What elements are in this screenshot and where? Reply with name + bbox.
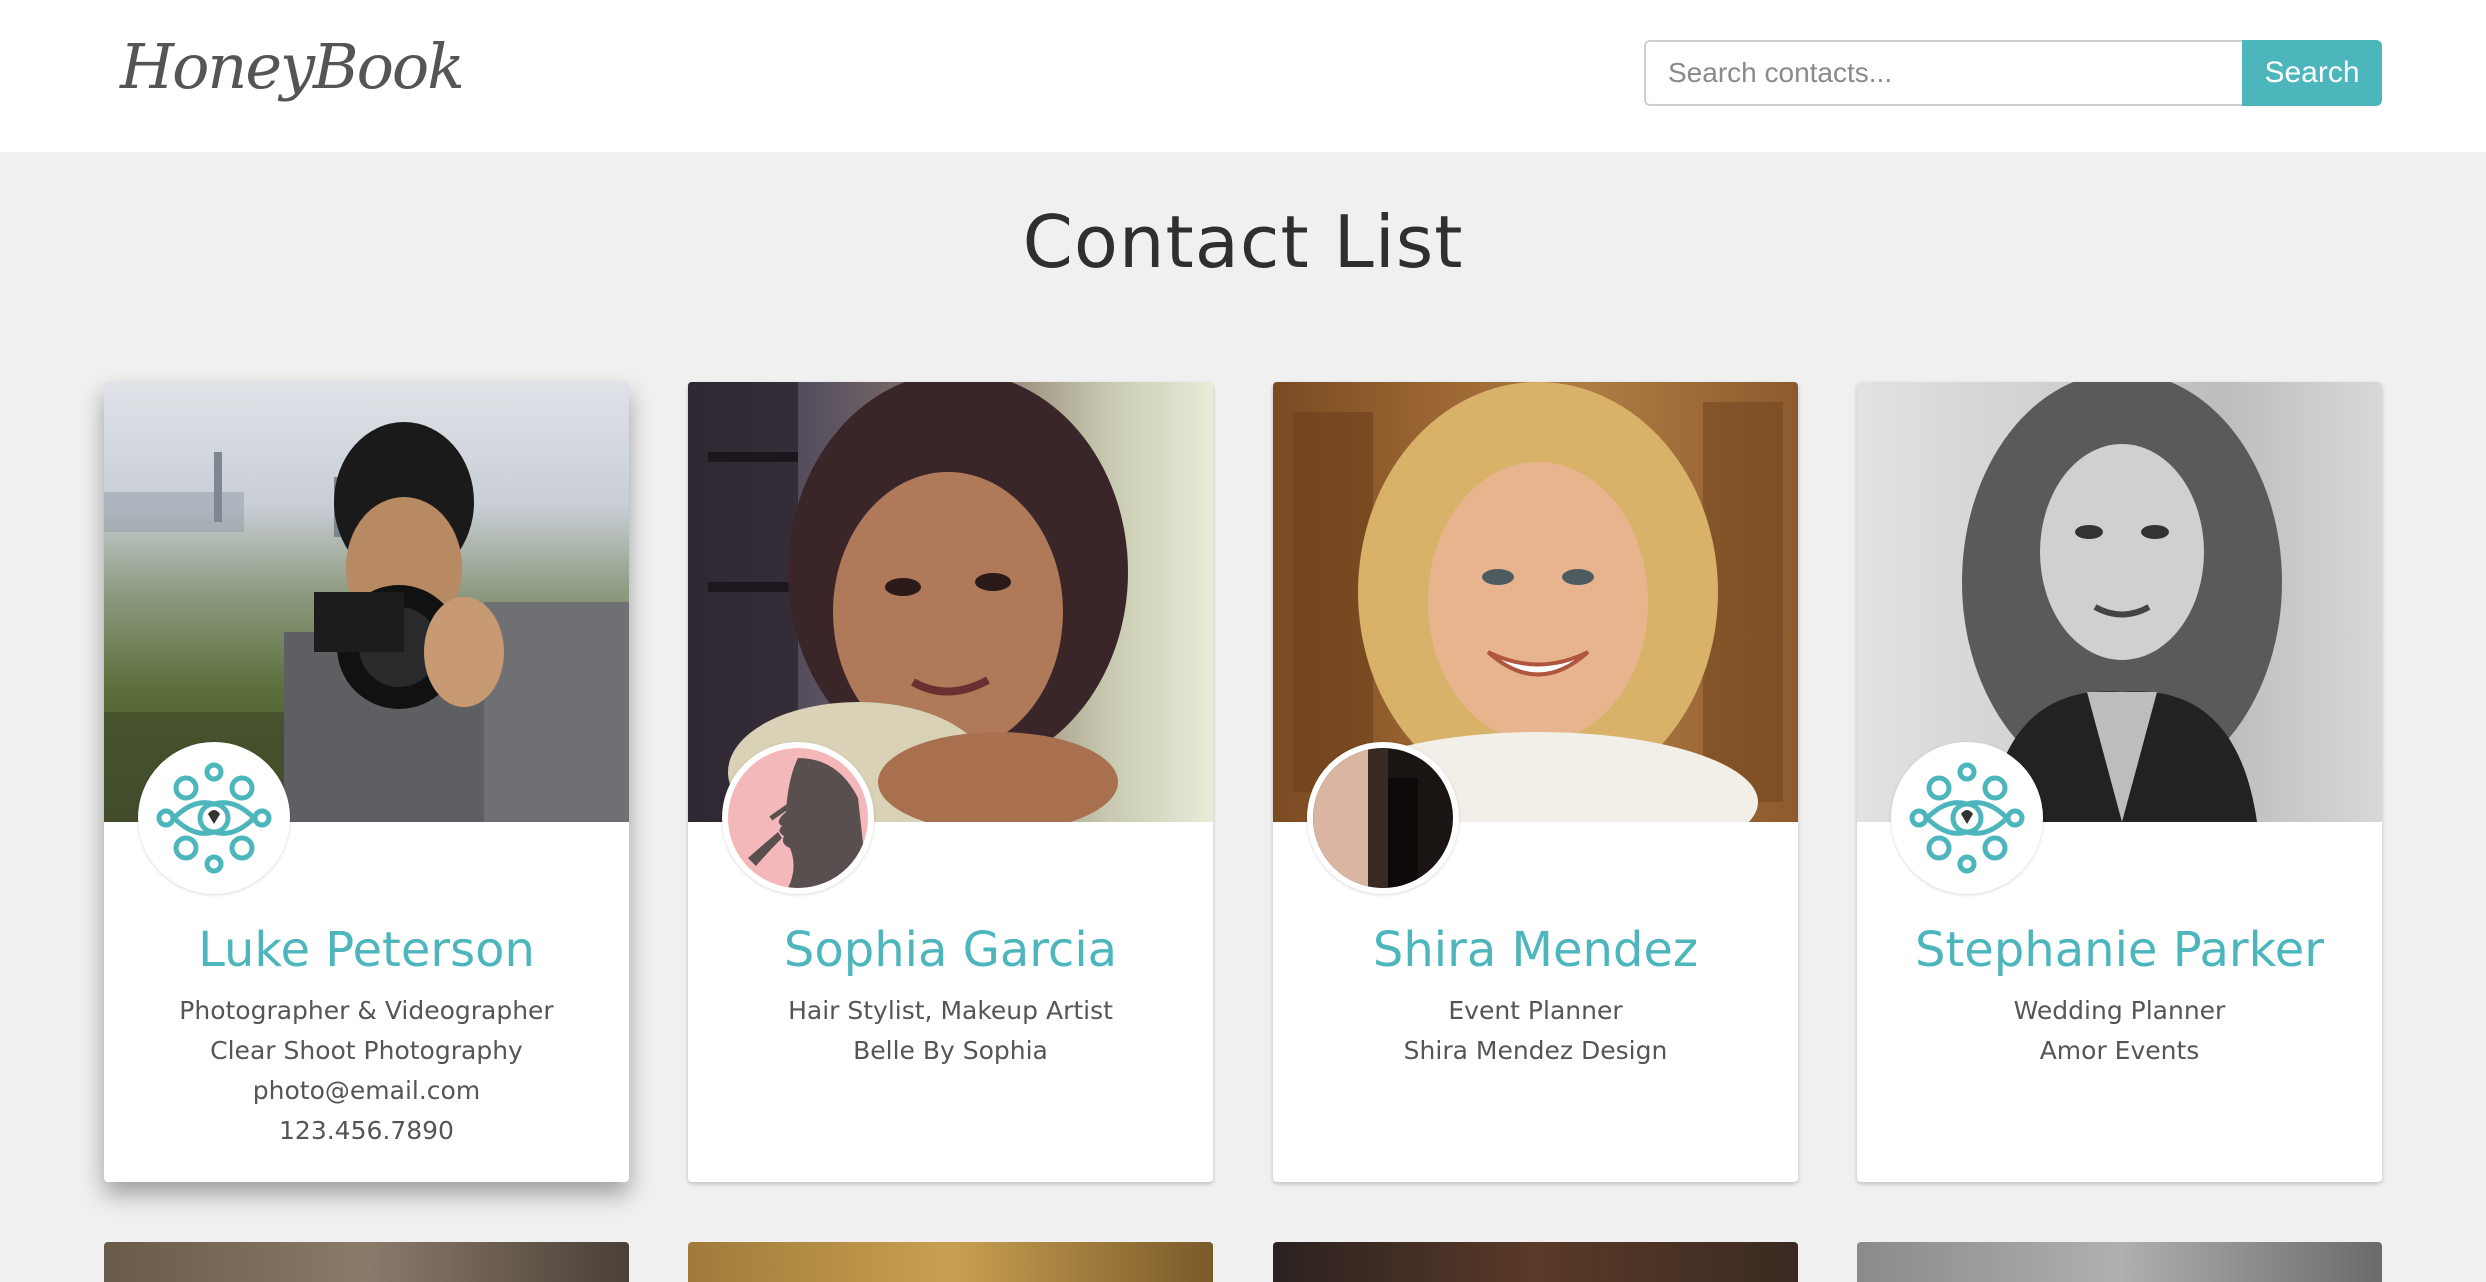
page-title: Contact List (1022, 200, 1464, 284)
contact-card-partial[interactable] (688, 1242, 1213, 1282)
contact-card[interactable]: Sophia Garcia Hair Stylist, Makeup Artis… (688, 382, 1213, 1182)
contact-company: Belle By Sophia (853, 1036, 1048, 1065)
contact-company: Shira Mendez Design (1403, 1036, 1668, 1065)
contact-phone[interactable]: 123.456.7890 (104, 1116, 629, 1145)
contact-avatar (1307, 742, 1459, 894)
contact-card-partial[interactable] (1857, 1242, 2382, 1282)
honeybook-ornament-icon (144, 748, 284, 888)
contact-card-partial[interactable] (104, 1242, 629, 1282)
contact-company: Clear Shoot Photography (210, 1036, 523, 1065)
contact-avatar (138, 742, 290, 894)
contact-title: Event Planner (1448, 996, 1623, 1025)
contact-company: Amor Events (2039, 1036, 2200, 1065)
search-input[interactable] (1644, 40, 2244, 106)
makeup-silhouette-icon (728, 748, 868, 888)
contact-email[interactable]: photo@email.com (104, 1076, 629, 1105)
contact-title: Photographer & Videographer (179, 996, 554, 1025)
contact-avatar (722, 742, 874, 894)
honeybook-ornament-icon (1897, 748, 2037, 888)
contact-title: Hair Stylist, Makeup Artist (788, 996, 1113, 1025)
search-button[interactable]: Search (2242, 40, 2382, 106)
contact-card[interactable]: Stephanie Parker Wedding Planner Amor Ev… (1857, 382, 2382, 1182)
contact-avatar (1891, 742, 2043, 894)
contact-name[interactable]: Luke Peterson (104, 922, 629, 978)
top-navigation-bar: HoneyBook Search (0, 0, 2486, 152)
dark-photo-icon (1313, 748, 1453, 888)
contact-name[interactable]: Sophia Garcia (688, 922, 1213, 978)
contact-card[interactable]: Luke Peterson Photographer & Videographe… (104, 382, 629, 1182)
contact-name[interactable]: Stephanie Parker (1857, 922, 2382, 978)
contact-name[interactable]: Shira Mendez (1273, 922, 1798, 978)
honeybook-logo[interactable]: HoneyBook (120, 30, 465, 103)
contact-title: Wedding Planner (2013, 996, 2226, 1025)
contact-card[interactable]: Shira Mendez Event Planner Shira Mendez … (1273, 382, 1798, 1182)
contact-card-partial[interactable] (1273, 1242, 1798, 1282)
